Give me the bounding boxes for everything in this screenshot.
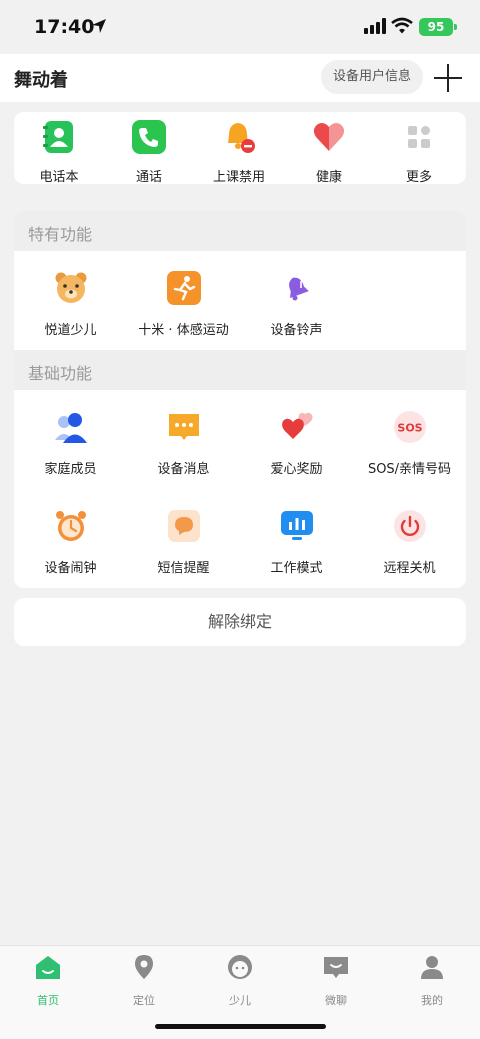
heart-icon — [313, 123, 345, 151]
tab-chat[interactable]: 微聊 — [288, 954, 384, 1008]
feature-sms-reminder[interactable]: 短信提醒 — [127, 509, 240, 576]
status-time: 17:40 — [34, 16, 95, 38]
feature-label: 设备闹钟 — [44, 561, 97, 576]
quick-label: 上课禁用 — [212, 170, 265, 184]
phonebook-icon — [43, 121, 73, 153]
tab-label: 首页 — [37, 994, 59, 1007]
cellular-signal-icon — [364, 18, 386, 34]
sms-reminder-icon — [167, 510, 200, 542]
feature-label: 远程关机 — [383, 561, 436, 576]
feature-label: 短信提醒 — [157, 561, 210, 576]
kid-face-icon — [228, 955, 252, 979]
feature-love-reward[interactable]: 爱心奖励 — [240, 410, 353, 477]
message-icon — [168, 414, 199, 440]
feature-label: 爱心奖励 — [270, 462, 323, 477]
love-reward-icon — [281, 412, 313, 439]
alarm-clock-icon — [55, 511, 86, 541]
family-members-icon — [54, 413, 87, 443]
quick-call[interactable]: 通话 — [104, 120, 194, 184]
feature-device-message[interactable]: 设备消息 — [127, 410, 240, 477]
quick-label: 通话 — [135, 170, 162, 184]
feature-ringtone[interactable]: 设备铃声 — [240, 271, 353, 338]
battery-indicator: 95 — [419, 18, 457, 36]
quick-label: 电话本 — [39, 170, 79, 184]
unbind-button[interactable]: 解除绑定 — [14, 598, 466, 646]
tab-label: 微聊 — [325, 994, 347, 1007]
home-indicator — [155, 1024, 326, 1029]
feature-sos-numbers[interactable]: SOS SOS/亲情号码 — [353, 410, 466, 477]
plus-icon[interactable] — [434, 64, 462, 92]
svg-text:SOS: SOS — [397, 422, 422, 435]
feature-family-members[interactable]: 家庭成员 — [14, 410, 127, 477]
section-title: 特有功能 — [28, 225, 93, 244]
quick-actions-card: 电话本 通话 上课禁用 健康 更多 — [14, 112, 466, 184]
tab-label: 定位 — [133, 994, 155, 1007]
quick-class-disable[interactable]: 上课禁用 — [194, 120, 284, 184]
special-section-header: 特有功能 — [14, 211, 466, 251]
status-bar: 17:40 95 — [0, 0, 480, 54]
feature-kids[interactable]: 悦道少儿 — [14, 271, 127, 338]
feature-label: 工作模式 — [270, 561, 323, 576]
quick-health[interactable]: 健康 — [284, 120, 374, 184]
feature-alarm-clock[interactable]: 设备闹钟 — [14, 509, 127, 576]
quick-label: 更多 — [405, 170, 432, 184]
phone-call-icon — [132, 120, 166, 154]
chat-icon — [324, 957, 348, 978]
location-arrow-icon — [92, 19, 106, 33]
feature-label: 十米 · 体感运动 — [138, 323, 229, 338]
tab-label: 我的 — [421, 994, 443, 1007]
running-icon — [166, 271, 201, 305]
wifi-icon — [391, 17, 413, 34]
tab-location[interactable]: 定位 — [96, 954, 192, 1008]
header: 舞动着 设备用户信息 — [0, 54, 480, 102]
feature-label: 家庭成员 — [44, 462, 97, 477]
feature-label: SOS/亲情号码 — [367, 462, 452, 477]
tab-profile[interactable]: 我的 — [384, 954, 480, 1008]
bell-disabled-icon — [228, 123, 255, 153]
ringtone-bell-icon — [288, 277, 309, 301]
power-icon — [393, 510, 426, 542]
feature-label: 设备消息 — [157, 462, 210, 477]
quick-more[interactable]: 更多 — [374, 120, 464, 184]
home-icon — [36, 956, 60, 979]
sos-icon: SOS — [393, 411, 426, 443]
quick-label: 健康 — [315, 170, 342, 184]
bear-icon — [55, 272, 86, 303]
quick-phonebook[interactable]: 电话本 — [14, 120, 104, 184]
feature-work-mode[interactable]: 工作模式 — [240, 509, 353, 576]
section-title: 基础功能 — [28, 364, 93, 383]
feature-label: 悦道少儿 — [44, 323, 97, 338]
device-user-info-button[interactable]: 设备用户信息 — [321, 60, 423, 94]
tab-label: 少儿 — [229, 994, 251, 1007]
feature-label: 设备铃声 — [270, 323, 323, 338]
profile-icon — [421, 956, 443, 979]
more-grid-icon — [408, 126, 430, 148]
basic-section-header: 基础功能 — [14, 350, 466, 390]
tab-kids[interactable]: 少儿 — [192, 954, 288, 1008]
work-mode-icon — [280, 511, 313, 540]
feature-motion-sports[interactable]: 十米 · 体感运动 — [127, 271, 240, 338]
page-title: 舞动着 — [14, 70, 68, 91]
location-pin-icon — [135, 955, 153, 979]
tab-home[interactable]: 首页 — [0, 954, 96, 1008]
features-card: 特有功能 悦道少儿 十米 · 体感运动 设备铃声 基础功能 家庭成员 设备消息 … — [14, 211, 466, 588]
feature-remote-shutdown[interactable]: 远程关机 — [353, 509, 466, 576]
